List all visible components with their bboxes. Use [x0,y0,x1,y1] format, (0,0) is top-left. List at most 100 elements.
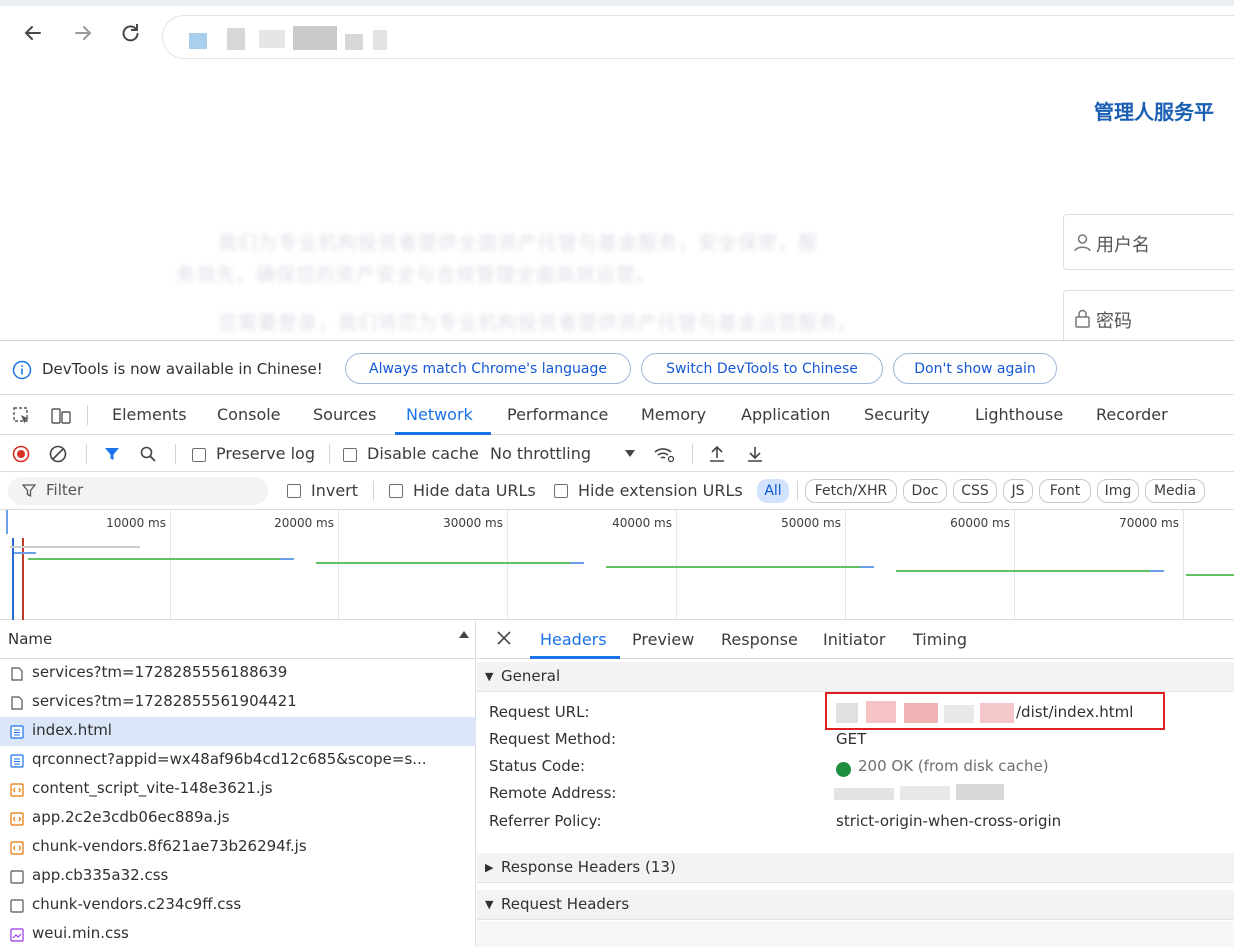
tab-timing[interactable]: Timing [913,630,967,649]
chevron-down-icon[interactable] [625,450,635,458]
request-headers-section-header[interactable]: ▼ Request Headers [477,890,1234,920]
request-name: qrconnect?appid=wx48af96b4cd12c685&scope… [32,750,427,768]
request-url-value[interactable]: /dist/index.html [1016,703,1133,721]
hide-data-urls-checkbox[interactable] [389,484,403,498]
timeline-bar [280,558,294,560]
url-value-blurred [944,705,974,723]
remote-address-blurred [956,784,1004,800]
request-row[interactable]: app.2c2e3cdb06ec889a.js [0,804,476,833]
tab-initiator[interactable]: Initiator [823,630,885,649]
requests-header[interactable]: Name [0,621,476,659]
name-column-header[interactable]: Name [8,630,52,648]
tab-sources[interactable]: Sources [313,405,376,424]
always-match-language-button[interactable]: Always match Chrome's language [345,353,631,384]
tab-application[interactable]: Application [741,405,830,424]
record-icon[interactable] [12,445,30,463]
network-conditions-icon[interactable] [652,444,676,464]
tab-preview[interactable]: Preview [632,630,694,649]
chip-all[interactable]: All [757,479,789,503]
chip-media[interactable]: Media [1145,479,1205,503]
dom-content-loaded-line [12,538,14,620]
tab-headers[interactable]: Headers [540,630,607,649]
close-icon[interactable] [496,630,512,646]
forward-icon[interactable] [70,20,96,46]
request-method-value: GET [836,730,867,748]
chip-css[interactable]: CSS [953,479,997,503]
request-name: app.2c2e3cdb06ec889a.js [32,808,230,826]
chip-fetch-xhr[interactable]: Fetch/XHR [805,479,897,503]
html-document-icon [10,754,24,768]
tab-security[interactable]: Security [864,405,930,424]
intro-text-line-2: 务领先，确保您的资产安全与合规管理全面高效运营。 [176,264,657,286]
user-icon [1073,233,1092,252]
url-blurred-4 [345,34,363,50]
site-favicon-blurred [189,33,207,49]
devtools-tab-bar: Elements Console Sources Network Perform… [0,395,1234,435]
general-section-header[interactable]: ▼ General [477,662,1234,692]
request-row[interactable]: services?tm=17282855561904421 [0,688,476,717]
throttling-select[interactable]: No throttling [490,444,591,463]
invert-label: Invert [311,481,359,500]
filter-input[interactable]: Filter [8,477,268,505]
request-row[interactable]: qrconnect?appid=wx48af96b4cd12c685&scope… [0,746,476,775]
request-row[interactable]: chunk-vendors.c234c9ff.css [0,891,476,920]
sort-ascending-icon[interactable] [459,631,469,639]
request-row[interactable]: content_script_vite-148e3621.js [0,775,476,804]
chip-font[interactable]: Font [1039,479,1091,503]
referrer-policy-key: Referrer Policy: [489,812,602,830]
network-toolbar: Preserve log Disable cache No throttling [0,436,1234,472]
status-code-key: Status Code: [489,757,586,775]
tab-response[interactable]: Response [721,630,798,649]
tab-recorder[interactable]: Recorder [1096,405,1168,424]
timeline-bar [606,566,860,568]
tab-lighthouse[interactable]: Lighthouse [975,405,1063,424]
request-name: index.html [32,721,112,739]
download-icon[interactable] [746,444,764,464]
filter-icon [22,483,36,499]
invert-checkbox[interactable] [287,484,301,498]
preserve-log-checkbox[interactable] [192,448,206,462]
request-row[interactable]: services?tm=1728285556188639 [0,659,476,688]
request-name: app.cb335a32.css [32,866,169,884]
request-row[interactable]: index.html [0,717,476,746]
tab-elements[interactable]: Elements [112,405,187,424]
tab-memory[interactable]: Memory [641,405,706,424]
disable-cache-checkbox[interactable] [343,448,357,462]
intro-text-line-3: 您需要登录，我们将您为专业机构投资者提供资产托管与基金运营服务。 [218,312,859,334]
password-field[interactable]: 密码 [1063,290,1234,346]
filter-funnel-icon[interactable] [103,445,121,463]
request-headers-body [477,921,1234,947]
inspect-element-icon[interactable] [12,406,32,426]
request-name: chunk-vendors.c234c9ff.css [32,895,242,913]
image-file-icon [10,928,24,942]
timeline-bar [1150,570,1164,572]
active-tab-indicator [395,432,491,435]
timeline-tick: 60000 ms [950,516,1010,530]
chip-doc[interactable]: Doc [903,479,947,503]
username-field[interactable]: 用户名 [1063,214,1234,270]
address-bar[interactable] [162,15,1234,59]
back-icon[interactable] [20,20,46,46]
timeline-bar [860,566,874,568]
request-row[interactable]: weui.min.css [0,920,476,947]
reload-icon[interactable] [117,20,143,46]
search-icon[interactable] [139,445,157,463]
remote-address-blurred [900,786,950,800]
chip-js[interactable]: JS [1003,479,1033,503]
chip-img[interactable]: Img [1097,479,1139,503]
hide-extension-urls-checkbox[interactable] [554,484,568,498]
network-overview-timeline[interactable]: 10000 ms 20000 ms 30000 ms 40000 ms 5000… [0,510,1234,620]
device-toolbar-icon[interactable] [50,406,72,426]
request-row[interactable]: app.cb335a32.css [0,862,476,891]
tab-performance[interactable]: Performance [507,405,608,424]
response-headers-section-header[interactable]: ▶ Response Headers (13) [477,853,1234,883]
dont-show-again-button[interactable]: Don't show again [893,353,1057,384]
upload-icon[interactable] [708,444,726,464]
tab-console[interactable]: Console [217,405,281,424]
tab-network[interactable]: Network [406,405,473,424]
clear-icon[interactable] [49,445,67,463]
request-row[interactable]: chunk-vendors.8f621ae73b26294f.js [0,833,476,862]
url-value-blurred [836,703,858,723]
switch-to-chinese-button[interactable]: Switch DevTools to Chinese [641,353,883,384]
toolbar-separator [329,444,330,464]
